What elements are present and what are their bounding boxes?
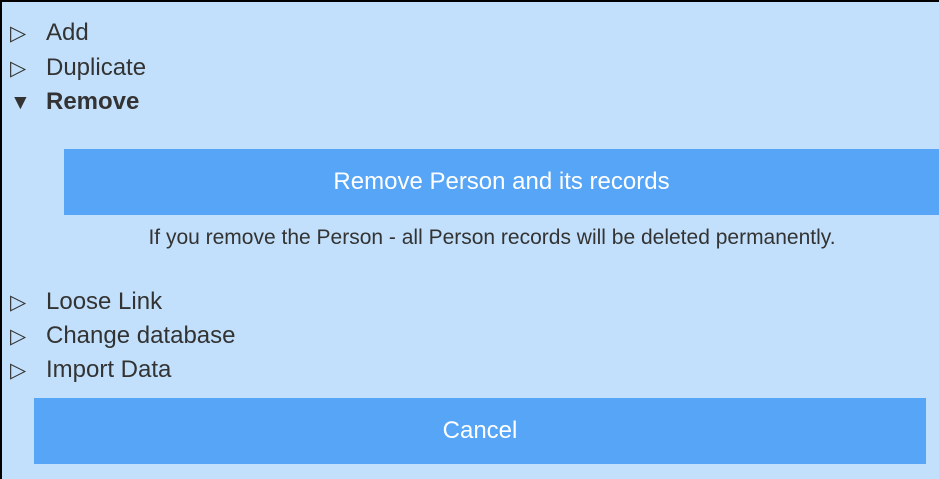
menu-item-loose-link[interactable]: ▷ Loose Link (10, 287, 162, 317)
remove-warning-text: If you remove the Person - all Person re… (148, 226, 836, 249)
remove-person-button[interactable]: Remove Person and its records (64, 149, 939, 215)
menu-item-add[interactable]: ▷ Add (10, 18, 89, 48)
menu-item-import-data[interactable]: ▷ Import Data (10, 355, 171, 385)
menu-item-change-database[interactable]: ▷ Change database (10, 321, 236, 351)
collapsed-triangle-icon: ▷ (10, 56, 27, 80)
expanded-triangle-icon: ▼ (10, 90, 31, 114)
menu-item-duplicate[interactable]: ▷ Duplicate (10, 53, 146, 83)
menu-item-label: Duplicate (46, 54, 147, 81)
menu-item-label: Change database (46, 322, 236, 349)
menu-item-label: Import Data (46, 356, 172, 383)
action-panel: ▷ Add ▷ Duplicate ▼ Remove Remove Person… (0, 0, 939, 479)
collapsed-triangle-icon: ▷ (10, 358, 27, 382)
menu-item-label: Remove (46, 88, 140, 115)
cancel-button[interactable]: Cancel (34, 398, 926, 464)
menu-item-label: Add (46, 19, 89, 46)
collapsed-triangle-icon: ▷ (10, 290, 27, 314)
collapsed-triangle-icon: ▷ (10, 324, 27, 348)
collapsed-triangle-icon: ▷ (10, 21, 27, 45)
menu-item-remove[interactable]: ▼ Remove (10, 87, 139, 117)
menu-item-label: Loose Link (46, 288, 163, 315)
